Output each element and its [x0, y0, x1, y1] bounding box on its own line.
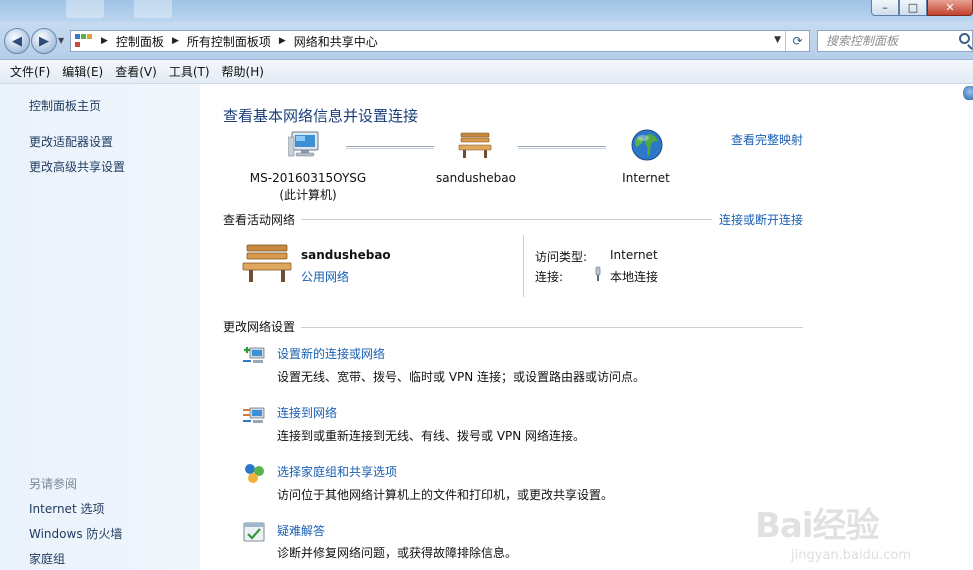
forward-arrow-icon: ▶ — [39, 33, 49, 49]
menu-tools[interactable]: 工具(T) — [163, 63, 216, 80]
active-network-bench-icon — [242, 244, 292, 282]
change-settings-heading: 更改网络设置 — [223, 320, 296, 334]
breadcrumb-separator-icon[interactable]: ▶ — [172, 36, 179, 46]
computer-name: MS-20160315OYSG — [249, 171, 367, 185]
address-dropdown-icon[interactable]: ▼ — [774, 35, 781, 45]
minimize-icon[interactable]: – — [871, 0, 899, 16]
map-computer-node: MS-20160315OYSG (此计算机) — [240, 170, 376, 204]
refresh-button[interactable]: ⟳ — [785, 31, 809, 51]
troubleshoot-icon — [243, 522, 265, 542]
bench-network-icon — [458, 132, 492, 158]
titlebar-ghost-icon — [134, 0, 172, 18]
access-type-value: Internet — [610, 248, 658, 262]
menu-edit[interactable]: 编辑(E) — [56, 63, 109, 80]
page-title: 查看基本网络信息并设置连接 — [223, 107, 419, 125]
task-new-connection-link[interactable]: 设置新的连接或网络 — [277, 345, 385, 362]
baidu-jingyan-watermark: Bai经验 jingyan.baidu.com — [743, 490, 973, 570]
breadcrumb-network-center[interactable]: 网络和共享中心 — [294, 33, 378, 50]
breadcrumb-control-panel[interactable]: 控制面板 — [116, 33, 164, 50]
control-panel-icon — [75, 34, 93, 48]
new-connection-icon — [243, 347, 265, 363]
sidebar-link-adapter-settings[interactable]: 更改适配器设置 — [29, 133, 113, 150]
watermark-logo: Bai经验 — [755, 506, 880, 546]
sidebar-link-homegroup[interactable]: 家庭组 — [29, 550, 65, 567]
computer-icon — [288, 131, 319, 157]
connect-network-icon — [243, 407, 265, 423]
globe-internet-icon — [631, 129, 663, 161]
help-icon[interactable] — [963, 86, 973, 100]
network-type-link[interactable]: 公用网络 — [301, 268, 349, 285]
network-name: sandushebao — [436, 171, 516, 185]
task-troubleshoot-desc: 诊断并修复网络问题，或获得故障排除信息。 — [277, 546, 518, 560]
active-networks-heading: 查看活动网络 — [223, 213, 296, 227]
forward-button[interactable]: ▶ — [31, 28, 57, 54]
maximize-icon[interactable]: □ — [899, 0, 927, 16]
map-connection-line — [518, 146, 606, 149]
menu-view[interactable]: 查看(V) — [109, 63, 163, 80]
connection-label: 连接: — [535, 270, 564, 284]
menu-bar: 文件(F) 编辑(E) 查看(V) 工具(T) 帮助(H) — [0, 60, 973, 84]
active-network-name: sandushebao — [301, 248, 391, 262]
homegroup-icon — [245, 464, 264, 483]
internet-label: Internet — [622, 171, 670, 185]
map-internet-node: Internet — [598, 170, 694, 187]
search-box[interactable] — [817, 30, 973, 52]
window-controls: – □ ✕ — [871, 0, 973, 16]
back-arrow-icon: ◀ — [12, 33, 22, 49]
breadcrumb-all-items[interactable]: 所有控制面板项 — [187, 33, 271, 50]
back-button[interactable]: ◀ — [4, 28, 30, 54]
breadcrumb-separator-icon: ▶ — [101, 36, 108, 46]
sidebar-link-advanced-sharing[interactable]: 更改高级共享设置 — [29, 158, 125, 175]
map-connection-line — [346, 146, 434, 149]
connect-disconnect-link[interactable]: 连接或断开连接 — [719, 211, 803, 228]
full-map-link[interactable]: 查看完整映射 — [731, 131, 803, 148]
close-icon[interactable]: ✕ — [927, 0, 973, 16]
sidebar-link-control-panel-home[interactable]: 控制面板主页 — [29, 97, 101, 114]
task-homegroup-link[interactable]: 选择家庭组和共享选项 — [277, 463, 397, 480]
sidebar-link-firewall[interactable]: Windows 防火墙 — [29, 525, 122, 542]
task-troubleshoot-link[interactable]: 疑难解答 — [277, 522, 325, 539]
network-plug-icon — [595, 266, 601, 281]
address-toolbar: ◀ ▶ ▼ ▶ 控制面板 ▶ 所有控制面板项 ▶ 网络和共享中心 ▼ ⟳ — [0, 22, 973, 60]
watermark-url: jingyan.baidu.com — [791, 548, 911, 563]
titlebar-ghost-icon — [66, 0, 104, 18]
vertical-divider — [523, 235, 524, 297]
section-divider — [301, 219, 712, 220]
section-divider — [301, 327, 803, 328]
task-connect-network-desc: 连接到或重新连接到无线、有线、拨号或 VPN 网络连接。 — [277, 429, 586, 443]
local-connection-link[interactable]: 本地连接 — [610, 268, 658, 285]
computer-subtitle: (此计算机) — [279, 188, 337, 202]
task-homegroup-desc: 访问位于其他网络计算机上的文件和打印机，或更改共享设置。 — [277, 488, 614, 502]
refresh-icon: ⟳ — [792, 34, 803, 48]
sidebar: 控制面板主页 更改适配器设置 更改高级共享设置 另请参阅 Internet 选项… — [0, 84, 200, 570]
menu-file[interactable]: 文件(F) — [4, 63, 56, 80]
search-input[interactable] — [826, 34, 956, 48]
see-also-heading: 另请参阅 — [29, 477, 78, 491]
menu-help[interactable]: 帮助(H) — [216, 63, 270, 80]
search-icon[interactable] — [959, 33, 970, 44]
map-network-node: sandushebao — [422, 170, 530, 187]
task-new-connection-desc: 设置无线、宽带、拨号、临时或 VPN 连接；或设置路由器或访问点。 — [277, 370, 646, 384]
breadcrumb-separator-icon[interactable]: ▶ — [279, 36, 286, 46]
sidebar-link-internet-options[interactable]: Internet 选项 — [29, 500, 104, 517]
task-connect-network-link[interactable]: 连接到网络 — [277, 404, 337, 421]
window-titlebar: – □ ✕ — [0, 0, 973, 22]
access-type-label: 访问类型: — [535, 250, 588, 264]
address-bar[interactable]: ▶ 控制面板 ▶ 所有控制面板项 ▶ 网络和共享中心 ▼ ⟳ — [70, 30, 810, 52]
recent-pages-dropdown-icon[interactable]: ▼ — [58, 36, 64, 45]
